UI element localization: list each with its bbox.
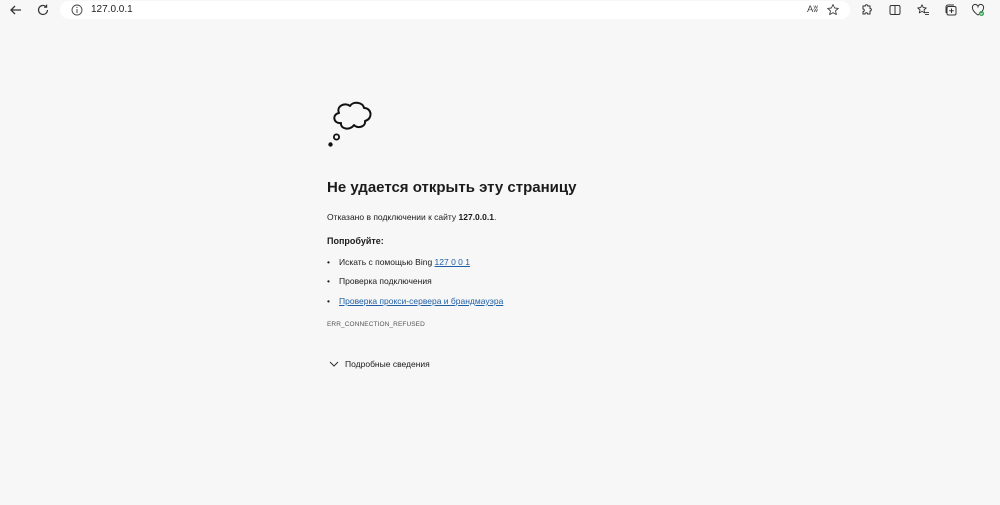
refused-host: 127.0.0.1: [458, 212, 494, 222]
chevron-down-icon: [329, 361, 339, 367]
reload-icon: [37, 4, 49, 16]
extensions-icon: [862, 4, 872, 15]
refused-suffix: .: [493, 212, 497, 222]
address-url[interactable]: 127.0.0.1: [91, 3, 133, 17]
error-code: ERR_CONNECTION_REFUSED: [327, 321, 425, 328]
performance-icon: [971, 3, 985, 16]
collections-icon: [945, 4, 957, 16]
search-bing-link[interactable]: 127 0 0 1: [435, 257, 470, 267]
page-title: Не удается открыть эту страницу: [327, 179, 577, 196]
collections-button[interactable]: [943, 2, 959, 18]
details-label: Подробные сведения: [345, 359, 430, 369]
read-aloud-button[interactable]: Aʬ: [807, 3, 818, 17]
try-label: Попробуйте:: [327, 236, 384, 246]
refused-prefix: Отказано в подключении к сайту: [327, 212, 459, 222]
suggestion-check-connection: • Проверка подключения: [327, 276, 432, 286]
check-proxy-firewall-link[interactable]: Проверка прокси-сервера и брандмауэра: [339, 296, 503, 306]
suggestion-search-bing: • Искать с помощью Bing 127 0 0 1: [327, 257, 470, 267]
split-screen-icon: [889, 5, 901, 15]
browser-toolbar: 127.0.0.1 Aʬ: [0, 0, 1000, 21]
favorites-icon: [917, 4, 929, 15]
arrow-left-icon: [10, 5, 21, 15]
suggestion-check-proxy: • Проверка прокси-сервера и брандмауэра: [327, 296, 504, 306]
split-screen-button[interactable]: [887, 2, 903, 18]
reload-button[interactable]: [33, 0, 53, 20]
performance-button[interactable]: [970, 2, 986, 18]
suggestion-text: Искать с помощью Bing: [339, 257, 435, 267]
info-icon[interactable]: [71, 4, 83, 16]
extensions-button[interactable]: [858, 2, 874, 18]
favorites-button[interactable]: [915, 2, 931, 18]
suggestion-text: Проверка подключения: [339, 276, 432, 286]
details-toggle[interactable]: Подробные сведения: [329, 359, 430, 369]
refused-message: Отказано в подключении к сайту 127.0.0.1…: [327, 212, 496, 222]
back-button[interactable]: [6, 0, 26, 20]
star-icon[interactable]: [826, 3, 840, 17]
address-bar[interactable]: 127.0.0.1 Aʬ: [60, 1, 850, 19]
thought-cloud-icon: [328, 101, 372, 147]
